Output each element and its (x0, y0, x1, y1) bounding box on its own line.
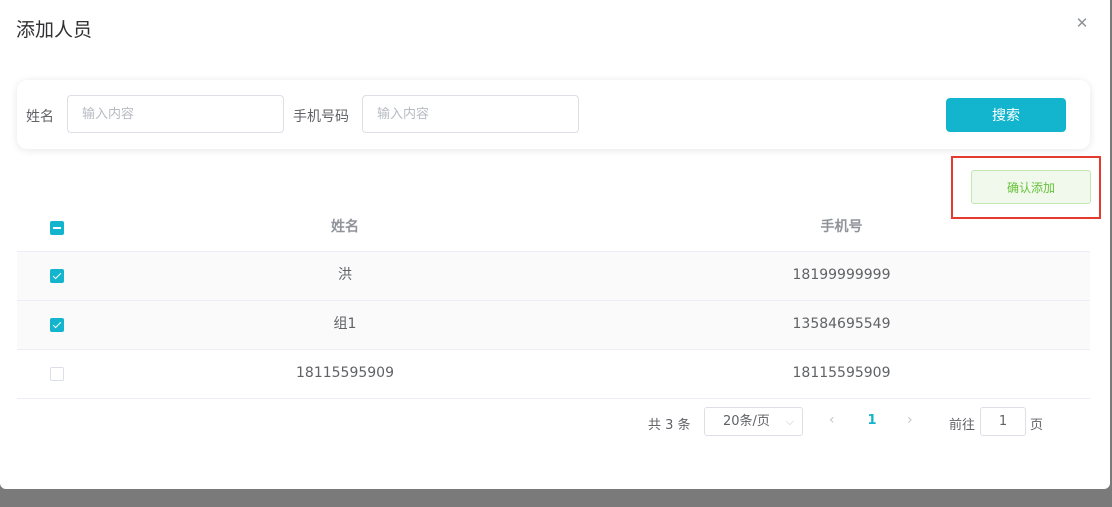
chevron-down-icon: ⌵ (785, 415, 794, 428)
cell-name: 18115595909 (296, 365, 394, 381)
total-count: 共 3 条 (648, 418, 691, 433)
search-panel: 姓名 手机号码 搜索 (17, 80, 1090, 149)
name-search-input[interactable] (67, 95, 284, 133)
page-suffix: 页 (1030, 418, 1044, 433)
cell-name: 组1 (333, 316, 357, 332)
dialog-title: 添加人员 (16, 19, 93, 41)
cell-phone: 18115595909 (792, 365, 891, 381)
phone-search-input[interactable] (362, 95, 579, 133)
table-row[interactable]: 洪 18199999999 (17, 252, 1090, 301)
page-size-select[interactable]: 20条/页 ⌵ (704, 407, 803, 436)
cell-phone: 18199999999 (792, 267, 891, 283)
row-checkbox[interactable] (50, 367, 64, 381)
row-checkbox[interactable] (50, 269, 64, 283)
goto-page-input[interactable] (980, 407, 1026, 436)
column-header-phone: 手机号 (820, 219, 863, 235)
cell-phone: 13584695549 (792, 316, 891, 332)
table-row[interactable]: 18115595909 18115595909 (17, 350, 1090, 399)
page-number-current[interactable]: 1 (862, 413, 882, 428)
next-page-icon[interactable]: › (907, 412, 913, 428)
person-table: 姓名 手机号 洪 18199999999 组1 13584695549 1811… (17, 204, 1090, 399)
phone-label: 手机号码 (293, 109, 349, 125)
table-header: 姓名 手机号 (17, 204, 1090, 252)
table-row[interactable]: 组1 13584695549 (17, 301, 1090, 350)
name-label: 姓名 (26, 109, 54, 125)
prev-page-icon[interactable]: ‹ (829, 412, 835, 428)
search-button[interactable]: 搜索 (946, 98, 1066, 132)
goto-label: 前往 (949, 418, 976, 433)
column-header-name: 姓名 (331, 219, 359, 235)
pagination: 共 3 条 20条/页 ⌵ ‹ 1 › 前往 页 (0, 407, 1110, 437)
row-checkbox[interactable] (50, 318, 64, 332)
select-all-checkbox[interactable] (50, 221, 64, 235)
add-person-dialog: 添加人员 ✕ 姓名 手机号码 搜索 确认添加 姓名 手机号 洪 18199999… (0, 0, 1110, 489)
close-icon[interactable]: ✕ (1074, 14, 1090, 32)
page-size-value: 20条/页 (723, 414, 770, 429)
cell-name: 洪 (338, 267, 352, 283)
confirm-add-button[interactable]: 确认添加 (971, 170, 1091, 204)
